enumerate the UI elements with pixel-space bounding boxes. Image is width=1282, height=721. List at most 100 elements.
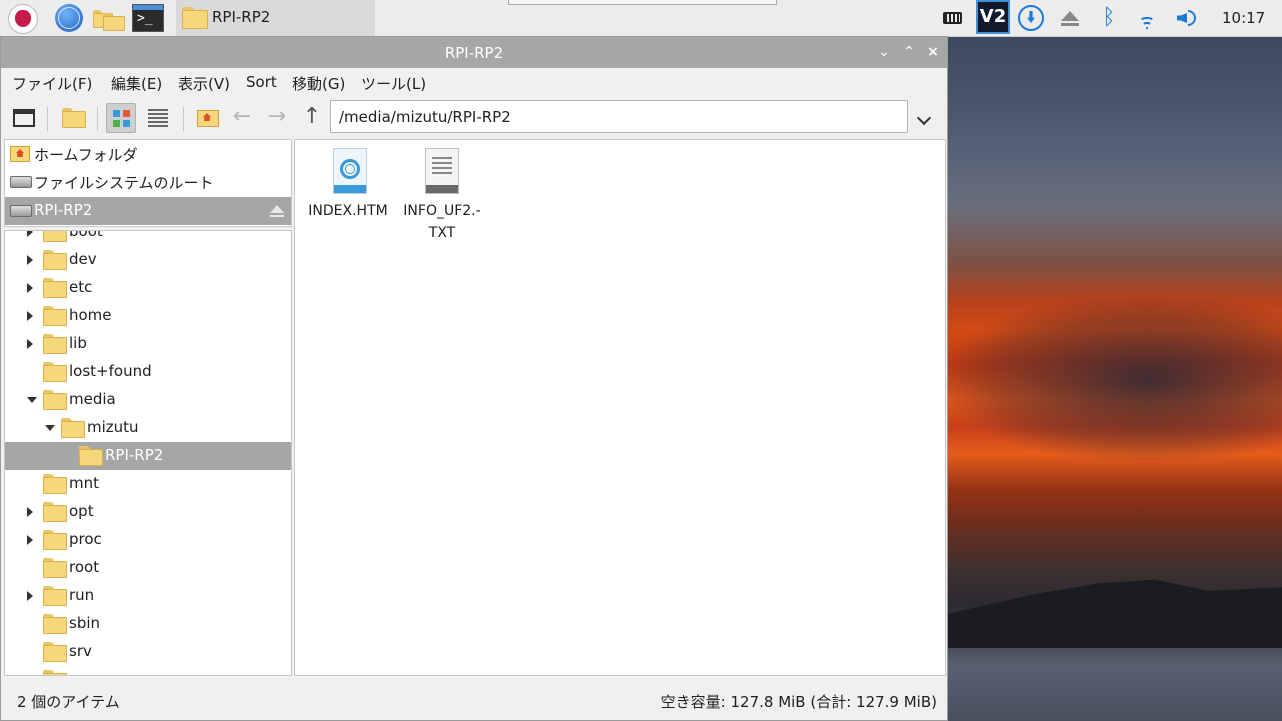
tree-item[interactable]: run	[5, 582, 291, 610]
menu-tools[interactable]: ツール(L)	[361, 73, 426, 94]
maximize-button[interactable]: ⌃	[901, 44, 917, 60]
folder-icon	[103, 13, 125, 31]
html-file-icon	[333, 148, 367, 194]
new-window-button[interactable]	[9, 103, 39, 133]
tree-item[interactable]: sbin	[5, 610, 291, 638]
tree-item-label: lost+found	[69, 362, 152, 380]
list-view-button[interactable]	[143, 103, 173, 133]
panel-field	[508, 0, 777, 5]
file-manager-launcher-icon[interactable]	[93, 4, 125, 32]
collapsed-arrow-icon[interactable]	[27, 675, 33, 676]
back-button[interactable]: ←	[227, 103, 257, 133]
minimize-button[interactable]: ⌄	[876, 44, 892, 60]
toolbar-separator	[47, 107, 48, 131]
tree-item[interactable]: home	[5, 302, 291, 330]
tree-item[interactable]: etc	[5, 274, 291, 302]
menu-sort[interactable]: Sort	[246, 73, 277, 91]
collapsed-arrow-icon[interactable]	[27, 255, 33, 265]
eject-icon[interactable]	[270, 205, 284, 217]
forward-button[interactable]: →	[262, 103, 292, 133]
menu-go[interactable]: 移動(G)	[292, 73, 345, 94]
tree-item[interactable]: dev	[5, 246, 291, 274]
tree-item[interactable]: mizutu	[5, 414, 291, 442]
tree-item[interactable]: media	[5, 386, 291, 414]
new-folder-button[interactable]	[59, 103, 89, 133]
folder-icon	[43, 278, 67, 298]
window-titlebar[interactable]: RPI-RP2 ⌄ ⌃ ×	[1, 37, 947, 68]
folder-icon	[43, 250, 67, 270]
tree-item[interactable]: lib	[5, 330, 291, 358]
path-history-dropdown[interactable]	[915, 109, 935, 129]
raspberry-menu-icon[interactable]	[8, 4, 38, 34]
menu-view[interactable]: 表示(V)	[178, 73, 230, 94]
tree-item-label: srv	[69, 642, 92, 660]
tree-item-label: RPI-RP2	[105, 446, 164, 464]
terminal-glyph: >_	[137, 11, 153, 26]
folder-icon	[43, 362, 67, 382]
tree-item-label: etc	[69, 278, 93, 296]
place-rpi-rp2[interactable]: RPI-RP2	[5, 197, 291, 225]
tree-item[interactable]: RPI-RP2	[5, 442, 291, 470]
home-icon	[10, 146, 30, 162]
folder-icon	[43, 502, 67, 522]
file-item[interactable]: INFO_UF2.- TXT	[394, 140, 490, 241]
tree-item[interactable]: lost+found	[5, 358, 291, 386]
tree-item-label: home	[69, 306, 112, 324]
places-pane: ホームフォルダ ファイルシステムのルート RPI-RP2	[4, 139, 292, 227]
toolbar-separator	[183, 107, 184, 131]
toolbar: ← → ↑	[1, 99, 947, 139]
tree-item[interactable]: boot	[5, 231, 291, 246]
terminal-icon[interactable]: >_	[132, 4, 164, 32]
place-home[interactable]: ホームフォルダ	[5, 140, 291, 168]
place-root[interactable]: ファイルシステムのルート	[5, 168, 291, 196]
bluetooth-icon[interactable]: ᛒ	[1096, 5, 1122, 31]
web-browser-icon[interactable]	[55, 4, 83, 32]
eject-icon[interactable]	[1057, 5, 1083, 31]
tree-item[interactable]: srv	[5, 638, 291, 666]
wifi-icon[interactable]	[1134, 5, 1160, 31]
clock[interactable]: 10:17	[1222, 9, 1265, 27]
up-button[interactable]: ↑	[297, 103, 327, 133]
tree-item[interactable]: root	[5, 554, 291, 582]
vnc-icon[interactable]: V2	[976, 0, 1010, 34]
drive-icon	[10, 205, 32, 217]
collapsed-arrow-icon[interactable]	[27, 231, 33, 237]
folder-icon	[43, 670, 67, 675]
folder-icon	[43, 334, 67, 354]
menu-file[interactable]: ファイル(F)	[12, 73, 92, 94]
collapsed-arrow-icon[interactable]	[27, 283, 33, 293]
folder-icon	[79, 446, 103, 466]
home-button[interactable]	[193, 103, 223, 133]
keyboard-icon[interactable]	[940, 5, 966, 31]
icon-view-button[interactable]	[106, 103, 136, 133]
folder-icon	[43, 642, 67, 662]
collapsed-arrow-icon[interactable]	[27, 507, 33, 517]
free-space: 空き容量: 127.8 MiB (合計: 127.9 MiB)	[660, 693, 937, 711]
taskbar-window-button[interactable]: RPI-RP2	[176, 0, 375, 36]
tree-item[interactable]: sys	[5, 666, 291, 676]
tree-item-label: root	[69, 558, 100, 576]
expanded-arrow-icon[interactable]	[27, 397, 37, 403]
folder-icon	[182, 7, 208, 29]
path-input[interactable]	[330, 100, 908, 133]
wallpaper-cloud	[948, 300, 1282, 460]
tree-item-label: sys	[69, 670, 94, 675]
volume-icon[interactable]	[1174, 5, 1200, 31]
close-button[interactable]: ×	[925, 44, 941, 60]
menu-edit[interactable]: 編集(E)	[111, 73, 162, 94]
tree-item[interactable]: proc	[5, 526, 291, 554]
tree-item[interactable]: opt	[5, 498, 291, 526]
window-title: RPI-RP2	[444, 44, 504, 62]
collapsed-arrow-icon[interactable]	[27, 311, 33, 321]
collapsed-arrow-icon[interactable]	[27, 339, 33, 349]
folder-icon	[43, 474, 67, 494]
file-item[interactable]: INDEX.HTM	[300, 140, 396, 240]
collapsed-arrow-icon[interactable]	[27, 535, 33, 545]
updater-icon[interactable]	[1018, 5, 1044, 31]
text-file-icon	[425, 148, 459, 194]
tree-item[interactable]: mnt	[5, 470, 291, 498]
collapsed-arrow-icon[interactable]	[27, 591, 33, 601]
expanded-arrow-icon[interactable]	[45, 425, 55, 431]
directory-tree: boot dev etc home lib lost+found media mizutu RP…	[4, 230, 292, 676]
place-label: ホームフォルダ	[34, 146, 138, 164]
